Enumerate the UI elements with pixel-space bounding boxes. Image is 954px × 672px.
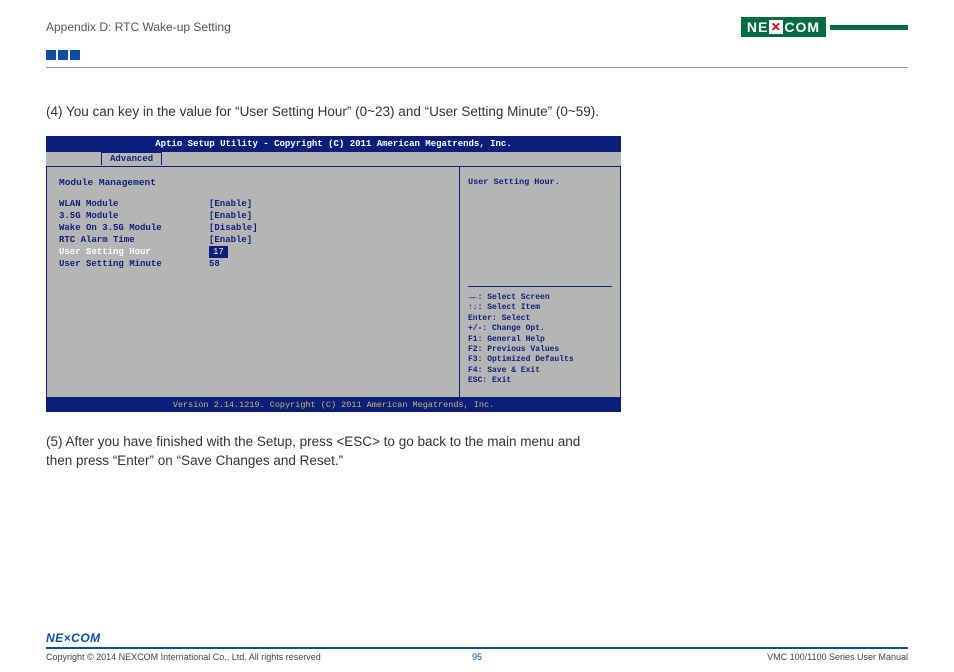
step-4-text: (4) You can key in the value for “User S… xyxy=(46,102,606,122)
decorative-squares xyxy=(46,48,908,63)
bios-key: →←: Select Screen xyxy=(468,293,612,303)
bios-label: User Setting Hour xyxy=(59,246,209,258)
logo-text-left: NE xyxy=(747,19,768,35)
bios-help-title: User Setting Hour. xyxy=(468,177,612,187)
footer-page-number: 95 xyxy=(46,652,908,662)
bios-label: Wake On 3.5G Module xyxy=(59,222,209,234)
logo-x-icon: ✕ xyxy=(769,20,783,34)
bios-value: [Enable] xyxy=(209,198,252,210)
bios-key: F2: Previous Values xyxy=(468,345,612,355)
bios-row-wlan[interactable]: WLAN Module [Enable] xyxy=(59,198,447,210)
bios-value: 58 xyxy=(209,258,220,270)
bios-tab-advanced[interactable]: Advanced xyxy=(101,152,162,165)
bios-left-pane: Module Management WLAN Module [Enable] 3… xyxy=(47,167,460,397)
bios-value-selected[interactable]: 17 xyxy=(209,246,228,258)
bios-key: +/-: Change Opt. xyxy=(468,324,612,334)
bios-value: [Disable] xyxy=(209,222,258,234)
bios-version-bar: Version 2.14.1219. Copyright (C) 2011 Am… xyxy=(46,398,621,412)
header-rule xyxy=(46,67,908,68)
bios-key: F3: Optimized Defaults xyxy=(468,355,612,365)
bios-right-pane: User Setting Hour. →←: Select Screen ↑↓:… xyxy=(460,167,620,397)
bios-key: ESC: Exit xyxy=(468,376,612,386)
logo-text-right: COM xyxy=(784,19,820,35)
nexcom-logo: NE✕COM xyxy=(741,16,908,38)
bios-key: ↑↓: Select Item xyxy=(468,303,612,313)
bios-row-35g[interactable]: 3.5G Module [Enable] xyxy=(59,210,447,222)
bios-label: 3.5G Module xyxy=(59,210,209,222)
bios-row-user-hour[interactable]: User Setting Hour 17 xyxy=(59,246,447,258)
bios-label: WLAN Module xyxy=(59,198,209,210)
bios-title-bar: Aptio Setup Utility - Copyright (C) 2011… xyxy=(46,136,621,152)
logo-bar xyxy=(830,25,908,30)
bios-screenshot: Aptio Setup Utility - Copyright (C) 2011… xyxy=(46,136,621,412)
bios-row-wake-35g[interactable]: Wake On 3.5G Module [Disable] xyxy=(59,222,447,234)
bios-key: Enter: Select xyxy=(468,314,612,324)
bios-row-user-minute[interactable]: User Setting Minute 58 xyxy=(59,258,447,270)
bios-key-legend: →←: Select Screen ↑↓: Select Item Enter:… xyxy=(468,286,612,387)
bios-value: [Enable] xyxy=(209,234,252,246)
footer-logo: NE×COM xyxy=(46,631,908,645)
bios-section-title: Module Management xyxy=(59,177,447,188)
bios-label: RTC Alarm Time xyxy=(59,234,209,246)
bios-value: [Enable] xyxy=(209,210,252,222)
page-header-title: Appendix D: RTC Wake-up Setting xyxy=(46,20,231,34)
bios-label: User Setting Minute xyxy=(59,258,209,270)
bios-row-rtc-alarm[interactable]: RTC Alarm Time [Enable] xyxy=(59,234,447,246)
step-5-text: (5) After you have finished with the Set… xyxy=(46,432,606,471)
bios-key: F4: Save & Exit xyxy=(468,366,612,376)
footer-rule xyxy=(46,647,908,649)
bios-key: F1: General Help xyxy=(468,335,612,345)
